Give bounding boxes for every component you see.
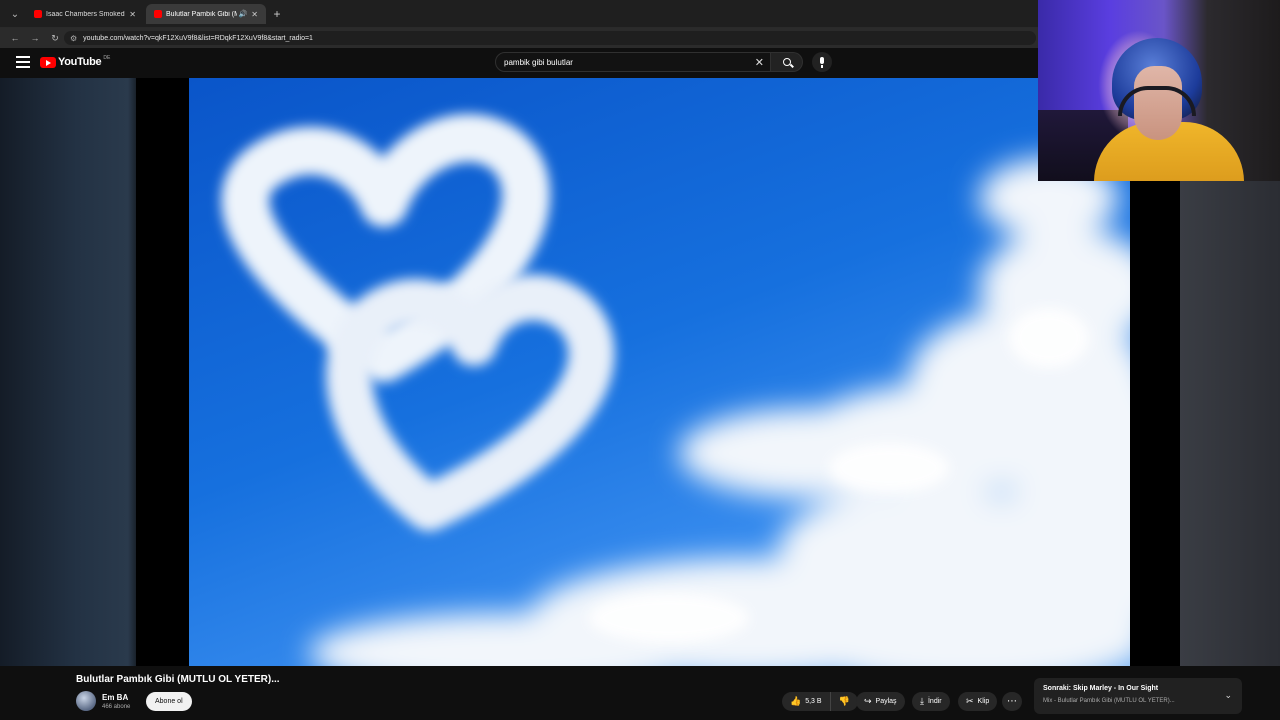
download-button[interactable]: ⤓ İndir bbox=[912, 692, 950, 711]
video-frame-heart-clouds[interactable] bbox=[189, 78, 1130, 666]
search-input[interactable] bbox=[504, 57, 744, 67]
clip-label: Klip bbox=[977, 698, 990, 705]
browser-tab-1[interactable]: Isaac Chambers Smoked Mood ✕ bbox=[26, 4, 144, 24]
like-count: 5,3 B bbox=[805, 698, 822, 705]
up-next-title: Sonraki: Skip Marley - In Our Sight bbox=[1043, 685, 1159, 692]
scissors-icon: ✂ bbox=[966, 696, 974, 706]
youtube-logo[interactable]: YouTube DE bbox=[40, 55, 111, 68]
browser-tab-strip: ⌄ Isaac Chambers Smoked Mood ✕ Bulutlar … bbox=[0, 0, 1040, 28]
search-box: ✕ bbox=[495, 52, 771, 72]
cloud-hearts-illustration bbox=[221, 114, 1130, 666]
clear-search-icon[interactable]: ✕ bbox=[755, 56, 764, 69]
back-arrow-icon[interactable]: ← bbox=[6, 29, 24, 47]
thumbs-up-icon: 👍 bbox=[790, 696, 802, 706]
tab-title: Isaac Chambers Smoked Mood bbox=[46, 10, 125, 18]
logo-wordmark: YouTube bbox=[58, 56, 102, 68]
screen: ⌄ Isaac Chambers Smoked Mood ✕ Bulutlar … bbox=[0, 0, 1280, 720]
more-actions-button[interactable]: ⋯ bbox=[1002, 692, 1022, 711]
site-settings-icon[interactable]: ⚙ bbox=[70, 34, 77, 43]
up-next-mix: Mix - Bulutlar Pambık Gibi (MUTLU OL YET… bbox=[1043, 698, 1175, 704]
video-title: Bulutlar Pambık Gibi (MUTLU OL YETER)... bbox=[76, 674, 280, 685]
youtube-masthead: YouTube DE ✕ bbox=[0, 48, 1040, 78]
share-button[interactable]: ↪ Paylaş bbox=[856, 692, 905, 711]
reload-icon[interactable]: ↻ bbox=[46, 29, 64, 47]
tab-title: Bulutlar Pambık Gibi (MUTL bbox=[166, 10, 237, 18]
hamburger-menu-icon[interactable] bbox=[16, 56, 30, 68]
search-button[interactable] bbox=[771, 52, 803, 72]
like-button[interactable]: 👍 5,3 B bbox=[782, 692, 831, 711]
forward-arrow-icon[interactable]: → bbox=[26, 29, 44, 47]
tab-close-icon[interactable]: ✕ bbox=[251, 10, 258, 19]
chevron-down-icon[interactable]: ⌄ bbox=[1224, 690, 1232, 701]
download-icon: ⤓ bbox=[920, 696, 924, 706]
share-label: Paylaş bbox=[875, 698, 897, 705]
youtube-favicon-icon bbox=[34, 10, 42, 18]
search-icon bbox=[783, 58, 791, 66]
tab-audio-icon[interactable]: 🔊 bbox=[239, 10, 248, 18]
thumbs-down-icon: 👎 bbox=[838, 696, 850, 706]
like-dislike-group: 👍 5,3 B 👎 bbox=[782, 692, 858, 711]
tab-search-chevron-icon[interactable]: ⌄ bbox=[8, 8, 22, 22]
country-code: DE bbox=[103, 55, 111, 61]
dislike-button[interactable]: 👎 bbox=[831, 692, 858, 711]
youtube-play-icon bbox=[40, 56, 56, 68]
download-label: İndir bbox=[927, 698, 942, 705]
webcam-overlay bbox=[1038, 0, 1280, 181]
up-next-playlist-panel[interactable]: Sonraki: Skip Marley - In Our Sight Mix … bbox=[1034, 678, 1242, 714]
channel-avatar[interactable] bbox=[76, 691, 96, 711]
more-horizontal-icon: ⋯ bbox=[1007, 696, 1017, 707]
clip-button[interactable]: ✂ Klip bbox=[958, 692, 998, 711]
new-tab-button[interactable]: + bbox=[270, 7, 284, 21]
tab-close-icon[interactable]: ✕ bbox=[129, 10, 136, 19]
voice-search-button[interactable] bbox=[812, 52, 832, 72]
subscriber-count: 466 abone bbox=[102, 704, 131, 710]
address-bar[interactable]: ⚙ youtube.com/watch?v=qkF12XuV9f8&list=R… bbox=[64, 31, 1036, 45]
share-arrow-icon: ↪ bbox=[864, 696, 872, 706]
channel-name[interactable]: Em BA bbox=[102, 693, 128, 702]
browser-tab-2[interactable]: Bulutlar Pambık Gibi (MUTL 🔊 ✕ bbox=[146, 4, 266, 24]
subscribe-button[interactable]: Abone ol bbox=[146, 692, 192, 711]
youtube-favicon-icon bbox=[154, 10, 162, 18]
url-text: youtube.com/watch?v=qkF12XuV9f8&list=RDq… bbox=[83, 34, 313, 42]
browser-toolbar: ← → ↻ ⚙ youtube.com/watch?v=qkF12XuV9f8&… bbox=[0, 28, 1040, 48]
microphone-icon bbox=[820, 57, 824, 68]
